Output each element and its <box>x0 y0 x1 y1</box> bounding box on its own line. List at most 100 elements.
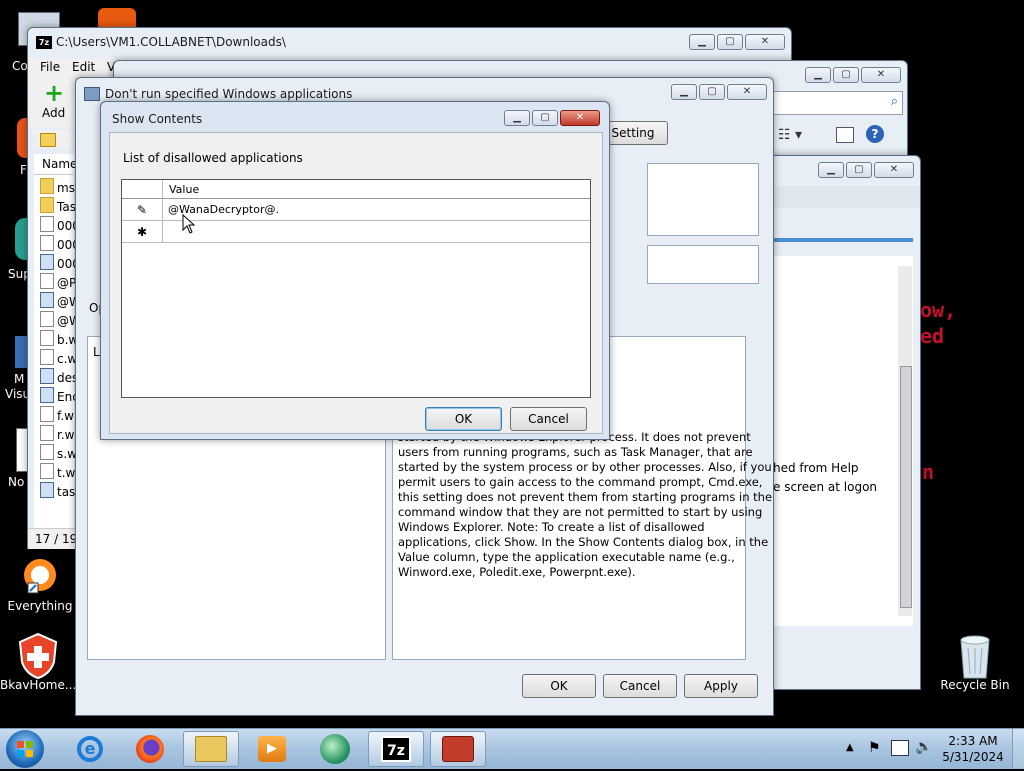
close-button[interactable]: ✕ <box>861 67 901 83</box>
taskbar-firefox[interactable] <box>122 731 178 767</box>
close-button[interactable]: ✕ <box>560 110 600 126</box>
desktop-icon-partial[interactable] <box>98 8 136 28</box>
new-row-icon: ✱ <box>122 221 163 242</box>
desktop-icon-recycle-bin[interactable]: Recycle Bin <box>937 632 1013 692</box>
desktop-partial-label: No <box>8 475 25 489</box>
list-item[interactable]: r.w <box>40 425 74 444</box>
network-icon[interactable] <box>891 740 909 756</box>
taskbar-file-explorer[interactable] <box>183 731 239 767</box>
window-title: Don't run specified Windows applications <box>105 87 353 101</box>
window-controls: ▁ ▢ ✕ <box>818 162 914 178</box>
selection-strip <box>761 238 913 242</box>
list-item[interactable]: des <box>40 368 78 387</box>
volume-muted-icon[interactable]: 🔈 <box>915 739 932 755</box>
list-item[interactable]: b.w <box>40 330 78 349</box>
folder-up-icon[interactable] <box>34 130 74 148</box>
apply-button[interactable]: Apply <box>684 674 758 698</box>
7zip-icon: 7z <box>381 736 411 762</box>
desktop-icon-everything[interactable]: Everything <box>2 553 78 613</box>
minimize-button[interactable]: ▁ <box>504 110 530 126</box>
show-hidden-icons-button[interactable]: ▲ <box>846 742 854 753</box>
minimize-button[interactable]: ▁ <box>805 67 831 83</box>
ransom-text: ed <box>920 324 945 348</box>
folder-icon <box>195 736 227 762</box>
dialog-body: List of disallowed applications Value ✎ … <box>109 132 603 434</box>
show-contents-dialog[interactable]: Show Contents ▁ ▢ ✕ List of disallowed a… <box>100 101 610 440</box>
desktop-icon-bkav[interactable]: BkavHome... <box>0 632 76 692</box>
list-item[interactable]: ms <box>40 178 75 197</box>
list-item[interactable]: Enc <box>40 387 79 406</box>
help-scrollbar[interactable] <box>747 336 761 658</box>
mouse-cursor-icon <box>182 214 196 234</box>
column-header-value[interactable]: Value <box>169 183 199 196</box>
menu-edit[interactable]: Edit <box>72 60 95 74</box>
clock-time[interactable]: 2:33 AM <box>940 734 1006 748</box>
windows-logo-icon <box>17 741 33 757</box>
firefox-icon <box>136 735 164 763</box>
policy-editor-window[interactable]: ▁ ▢ ✕ hed from Help e screen at logon <box>760 155 921 690</box>
values-grid[interactable]: Value ✎ @WanaDecryptor@. ✱ <box>121 179 591 398</box>
comment-box[interactable] <box>647 163 759 236</box>
taskbar: e ▶ 7z ▲ ⚑ 🔈 2:33 AM 5/31/2024 <box>0 728 1024 769</box>
add-button[interactable]: + Add <box>28 78 74 128</box>
list-item[interactable]: 000 <box>40 235 80 254</box>
close-button[interactable]: ✕ <box>745 34 785 50</box>
cancel-button[interactable]: Cancel <box>510 407 587 431</box>
start-button[interactable] <box>6 730 44 768</box>
close-button[interactable]: ✕ <box>874 162 914 178</box>
cancel-button[interactable]: Cancel <box>603 674 677 698</box>
maximize-button[interactable]: ▢ <box>846 162 872 178</box>
list-item[interactable]: c.w <box>40 349 77 368</box>
ok-button[interactable]: OK <box>425 407 502 431</box>
maximize-button[interactable]: ▢ <box>532 110 558 126</box>
ransom-text: n <box>922 460 935 484</box>
list-item[interactable]: t.w <box>40 463 75 482</box>
internet-explorer-icon: e <box>77 736 103 762</box>
toolbox-icon <box>442 736 474 762</box>
show-desktop-button[interactable] <box>1012 729 1024 768</box>
green-app-icon <box>320 734 350 764</box>
everything-icon <box>18 553 62 597</box>
desktop-icon-label: BkavHome... <box>0 678 77 692</box>
list-item[interactable]: Tas <box>40 197 76 216</box>
list-item[interactable]: 000 <box>40 216 80 235</box>
window-controls: ▁ ▢ ✕ <box>671 84 767 100</box>
minimize-button[interactable]: ▁ <box>689 34 715 50</box>
help-fragment: e screen at logon <box>773 480 878 494</box>
policy-icon <box>84 87 100 101</box>
help-icon[interactable]: ? <box>866 125 884 143</box>
desktop-partial-label: Co <box>12 59 28 73</box>
menu-file[interactable]: File <box>40 60 60 74</box>
column-header-name[interactable]: Name <box>34 154 77 175</box>
taskbar-internet-explorer[interactable]: e <box>62 731 118 767</box>
minimize-button[interactable]: ▁ <box>671 84 697 100</box>
maximize-button[interactable]: ▢ <box>699 84 725 100</box>
taskbar-toolbox[interactable] <box>430 731 486 767</box>
list-item[interactable]: 000 <box>40 254 80 273</box>
recycle-bin-icon <box>953 632 997 679</box>
action-center-flag-icon[interactable]: ⚑ <box>868 740 881 756</box>
edit-row-icon: ✎ <box>122 199 163 220</box>
clock-date[interactable]: 5/31/2024 <box>940 750 1006 764</box>
window-controls: ▁ ▢ ✕ <box>805 67 901 83</box>
maximize-button[interactable]: ▢ <box>717 34 743 50</box>
status-count: 17 / 19 <box>35 532 78 546</box>
taskbar-7zip[interactable]: 7z <box>368 731 424 767</box>
ok-button[interactable]: OK <box>522 674 596 698</box>
list-item[interactable]: @P <box>40 273 76 292</box>
taskbar-media-player[interactable]: ▶ <box>244 731 300 767</box>
taskbar-green-app[interactable] <box>307 731 363 767</box>
minimize-button[interactable]: ▁ <box>818 162 844 178</box>
list-caption: List of disallowed applications <box>123 151 303 165</box>
grid-header: Value <box>122 180 590 199</box>
search-box[interactable]: ⌕ <box>754 91 903 115</box>
view-options-icon[interactable]: ☷ ▾ <box>778 127 802 143</box>
list-item[interactable]: s.w <box>40 444 77 463</box>
bkav-shield-icon <box>16 632 60 680</box>
preview-pane-icon[interactable] <box>836 127 854 143</box>
maximize-button[interactable]: ▢ <box>833 67 859 83</box>
details-pane: hed from Help e screen at logon <box>761 256 913 626</box>
close-button[interactable]: ✕ <box>727 84 767 100</box>
list-item[interactable]: f.w <box>40 406 74 425</box>
vertical-scrollbar[interactable] <box>898 266 912 616</box>
